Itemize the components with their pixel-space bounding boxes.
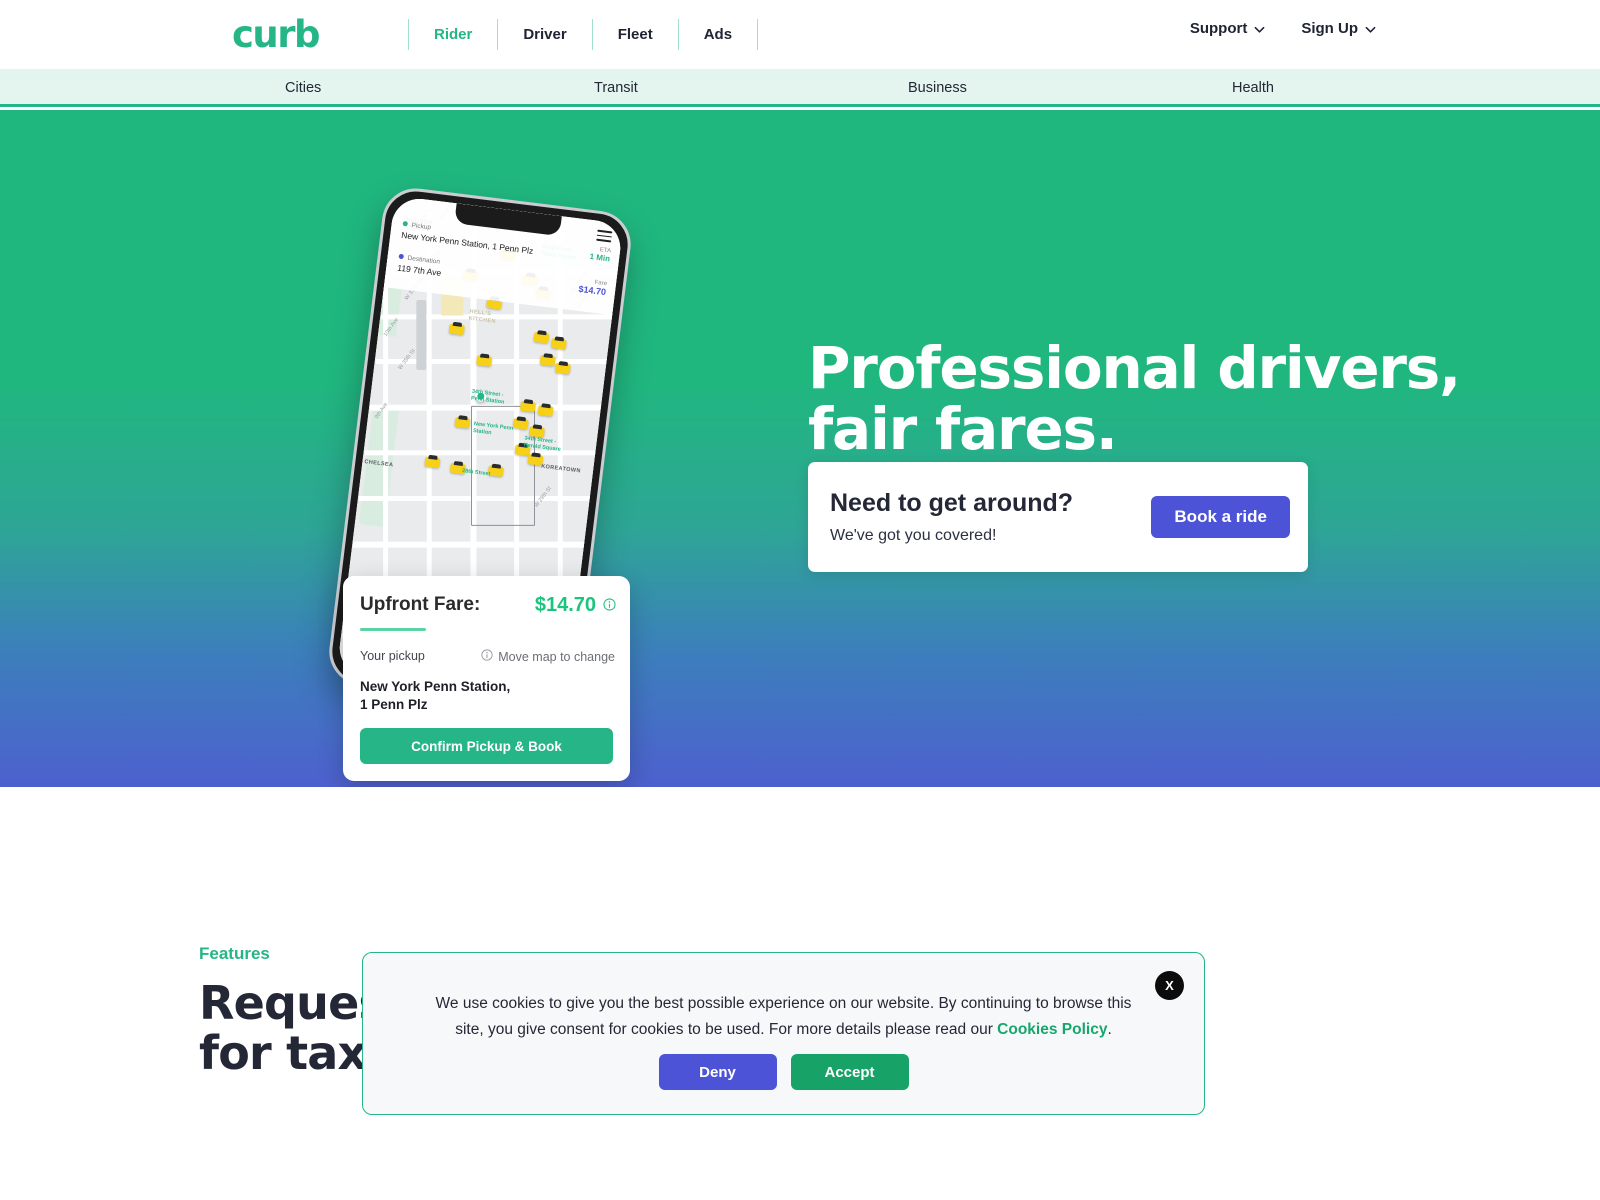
pickup-address: New York Penn Station, 1 Penn Plz — [360, 678, 510, 714]
subnav-item-transit[interactable]: Transit — [594, 80, 638, 96]
cookie-message: We use cookies to give you the best poss… — [423, 991, 1144, 1042]
eta-value: 1 Min — [589, 251, 611, 264]
nav-item-driver[interactable]: Driver — [497, 19, 591, 50]
close-icon[interactable]: X — [1155, 971, 1184, 1000]
features-eyebrow: Features — [199, 944, 270, 963]
hero-headline: Professional drivers, fair fares. — [808, 334, 1461, 464]
hero-headline-line1: Professional drivers, — [808, 334, 1461, 402]
fare-divider — [360, 628, 426, 631]
hero-cta-card: Need to get around? We've got you covere… — [808, 462, 1308, 572]
fare-value: $14.70 — [577, 283, 607, 298]
cookie-actions: Deny Accept — [363, 1054, 1204, 1090]
upfront-fare-card: Upfront Fare: $14.70 Your pickup Move ma… — [343, 576, 630, 781]
info-icon[interactable] — [603, 598, 616, 616]
curb-logo[interactable]: curb — [232, 16, 321, 53]
subnav-item-health[interactable]: Health — [1232, 80, 1274, 96]
info-icon — [481, 649, 493, 664]
nav-item-signup[interactable]: Sign Up — [1301, 20, 1376, 37]
primary-nav: Rider Driver Fleet Ads — [408, 19, 759, 50]
your-pickup-label: Your pickup — [360, 649, 425, 663]
subnav-item-cities[interactable]: Cities — [285, 80, 321, 96]
nav-item-ads[interactable]: Ads — [677, 19, 759, 50]
support-label: Support — [1189, 20, 1248, 37]
nav-item-rider[interactable]: Rider — [408, 19, 497, 50]
fare-block: Fare $14.70 — [578, 278, 607, 297]
secondary-nav: Cities Transit Business Health — [0, 69, 1600, 107]
pickup-value: New York Penn Station, 1 Penn Plz — [400, 229, 534, 256]
cookies-policy-link[interactable]: Cookies Policy — [997, 1021, 1107, 1038]
chevron-down-icon — [1365, 24, 1376, 35]
cookie-text-end: . — [1107, 1020, 1112, 1038]
pickup-address-line1: New York Penn Station, — [360, 679, 511, 694]
destination-row: Destination 119 7th Ave — [397, 253, 443, 278]
cookie-consent-banner: We use cookies to give you the best poss… — [362, 952, 1205, 1115]
nav-item-support[interactable]: Support — [1190, 20, 1266, 37]
header-utility-nav: Support Sign Up — [1190, 20, 1376, 37]
cta-subtitle: We've got you covered! — [830, 527, 997, 544]
page-root: curb Rider Driver Fleet Ads Support Sign… — [0, 0, 1600, 1200]
nav-item-fleet[interactable]: Fleet — [591, 19, 678, 50]
subnav-item-business[interactable]: Business — [908, 80, 967, 96]
signup-label: Sign Up — [1301, 20, 1358, 37]
pickup-dot-icon — [402, 220, 409, 227]
chevron-down-icon — [1254, 24, 1265, 35]
move-map-text: Move map to change — [498, 649, 615, 664]
site-header: curb Rider Driver Fleet Ads Support Sign… — [0, 0, 1600, 69]
hamburger-icon[interactable] — [596, 229, 613, 246]
upfront-fare-label: Upfront Fare: — [360, 594, 481, 615]
accept-cookies-button[interactable]: Accept — [790, 1054, 909, 1090]
destination-dot-icon — [398, 253, 405, 260]
pickup-address-line2: 1 Penn Plz — [360, 696, 428, 712]
confirm-pickup-book-button[interactable]: Confirm Pickup & Book — [360, 728, 613, 764]
book-a-ride-button[interactable]: Book a ride — [1151, 496, 1290, 538]
hero-headline-line2: fair fares. — [808, 395, 1118, 464]
move-map-hint: Move map to change — [481, 649, 615, 664]
deny-cookies-button[interactable]: Deny — [658, 1054, 777, 1090]
pickup-label: Pickup — [411, 222, 432, 232]
upfront-fare-price: $14.70 — [534, 594, 596, 616]
eta-block: ETA 1 Min — [589, 246, 611, 263]
hero-section: Professional drivers, fair fares. Need t… — [0, 110, 1600, 787]
cta-title: Need to get around? — [830, 489, 1074, 517]
